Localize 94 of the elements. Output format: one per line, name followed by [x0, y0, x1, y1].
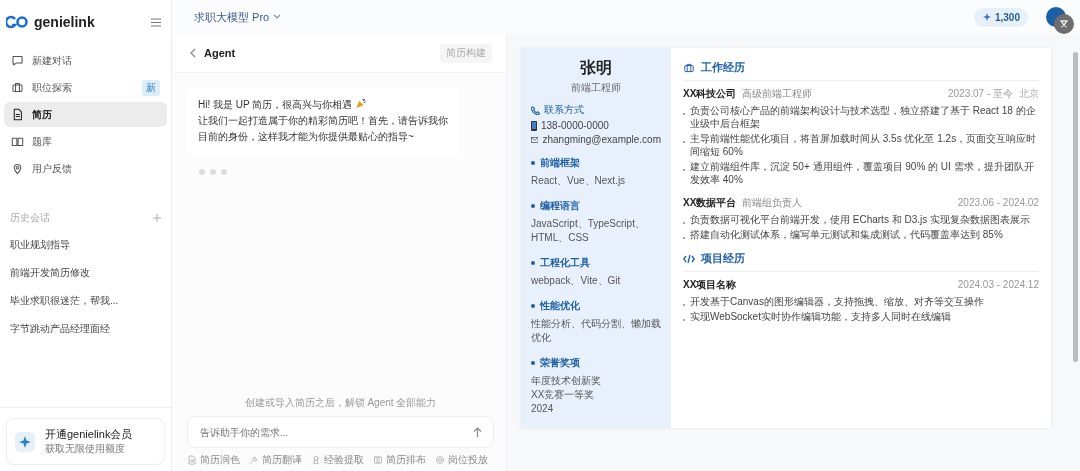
message-text: 让我们一起打造属于你的精彩简历吧！首先，请告诉我你目前的身份，这样我才能为你提供最贴心的指导~ — [198, 114, 448, 144]
award-icon — [311, 455, 321, 465]
document-icon — [11, 108, 24, 121]
location-pin-icon — [11, 162, 24, 175]
add-icon[interactable] — [153, 214, 161, 222]
envelope-icon — [531, 135, 539, 144]
briefcase-icon — [11, 81, 24, 94]
membership-subtitle: 获取无限使用额度 — [45, 442, 126, 456]
skill-heading: 性能优化 — [540, 299, 580, 313]
bullet-text: 开发基于Canvas的图形编辑器，支持拖拽、缩放、对齐等交互操作 — [690, 295, 984, 308]
tool-button[interactable]: 经验提取 — [311, 453, 364, 467]
skill-heading: 前端框架 — [540, 156, 580, 170]
resume-role: 前端工程师 — [570, 81, 622, 95]
menu-icon[interactable] — [151, 17, 161, 27]
document-icon — [187, 455, 197, 465]
section-heading: 工作经历 — [701, 60, 745, 75]
typing-indicator — [199, 169, 227, 175]
nav-item[interactable]: 职位探索 新 — [4, 75, 167, 100]
nav-item[interactable]: 用户反馈 — [4, 156, 167, 181]
skill-text: webpack、Vite、Git — [531, 274, 622, 288]
date-range: 2024.03 - 2024.12 — [957, 279, 1039, 290]
date-range: 2023.06 - 2024.02 — [957, 197, 1039, 208]
briefcase-icon — [683, 61, 695, 74]
contact-heading: 联系方式 — [544, 103, 584, 117]
code-icon — [683, 253, 695, 264]
location-text: 北京 — [1019, 87, 1039, 101]
phone-icon — [531, 105, 540, 115]
skill-text: JavaScript、TypeScript、HTML、CSS — [531, 217, 646, 245]
scrollbar[interactable] — [1073, 52, 1078, 362]
logo-icon — [6, 15, 28, 29]
mode-tag: 简历构建 — [440, 43, 492, 63]
skill-text: XX竞赛一等奖 — [531, 388, 596, 402]
new-badge: 新 — [142, 79, 160, 96]
membership-title: 开通genielink会员 — [45, 427, 133, 442]
job-role: 前端组负责人 — [742, 196, 803, 210]
skill-heading: 工程化工具 — [540, 256, 590, 270]
bullet-dot — [531, 261, 535, 265]
bullet-text: 负责公司核心产品的前端架构设计与技术选型，独立搭建了基于 React 18 的企业级中后台框架 — [690, 104, 1037, 130]
company-name: XX数据平台 — [683, 196, 737, 210]
resume-name: 张明 — [579, 58, 613, 78]
target-icon — [435, 455, 445, 465]
skill-heading: 编程语言 — [540, 199, 580, 213]
membership-card[interactable]: 开通genielink会员 获取无限使用额度 — [6, 418, 165, 465]
send-icon[interactable] — [473, 427, 482, 437]
sparkle-icon — [15, 431, 35, 452]
tool-button[interactable]: 简历排布 — [373, 453, 426, 467]
book-icon — [11, 135, 24, 148]
tool-button[interactable]: 简历润色 — [187, 453, 240, 467]
bullet-text: 建立前端组件库，沉淀 50+ 通用组件，覆盖项目 90% 的 UI 需求，提升团队开发效率 40% — [690, 160, 1035, 186]
tool-button[interactable]: 岗位投放 — [435, 453, 488, 467]
credits-badge: 1,300 — [973, 7, 1028, 27]
party-popper-icon — [355, 98, 368, 109]
message-text: Hi! 我是 UP 简历，很高兴与你相遇 — [198, 99, 353, 110]
chat-icon — [11, 54, 24, 67]
bullet-dot — [531, 161, 535, 165]
wrench-icon — [249, 455, 259, 465]
skill-text: 年度技术创新奖 — [531, 374, 602, 388]
skill-text: React、Vue、Next.js — [531, 174, 627, 188]
history-item[interactable]: 前端开发简历修改 — [0, 259, 171, 287]
tool-button[interactable]: 简历翻译 — [249, 453, 302, 467]
nav-item[interactable]: 题库 — [4, 129, 167, 154]
history-item[interactable]: 字节跳动产品经理面经 — [0, 315, 171, 343]
phone-number: 138-0000-0000 — [541, 120, 609, 131]
skill-text: 2024 — [531, 402, 555, 416]
job-role: 高级前端工程师 — [742, 87, 813, 101]
message-input[interactable]: 告诉助手你的需求... — [187, 416, 494, 448]
project-name: XX项目名称 — [683, 278, 737, 292]
nav-item[interactable]: 新建对话 — [4, 48, 167, 73]
company-name: XX科技公司 — [683, 87, 737, 101]
bullet-dot — [531, 304, 535, 308]
nav-item[interactable]: 简历 — [4, 102, 167, 127]
history-item[interactable]: 毕业求职很迷茫，帮我... — [0, 287, 171, 315]
model-dropdown[interactable]: 求职大模型 Pro — [194, 9, 282, 25]
logo-text: genielink — [34, 14, 95, 30]
hint-text: 创建或导入简历之后，解锁 Agent 全部能力 — [243, 396, 438, 410]
skill-text: 性能分析、代码分割、懒加载优化 — [531, 317, 661, 345]
bullet-text: 负责数据可视化平台前端开发，使用 ECharts 和 D3.js 实现复杂数据图表展示 — [690, 213, 1031, 226]
chevron-down-icon — [273, 14, 282, 20]
date-range: 2023.07 - 至今 — [947, 87, 1013, 101]
bullet-text: 主导前端性能优化项目，将首屏加载时间从 3.5s 优化至 1.2s，页面交互响应时间缩短 60% — [690, 132, 1038, 158]
columns-icon — [373, 455, 383, 465]
panel-title: Agent — [204, 47, 236, 59]
translate-icon[interactable] — [1054, 14, 1074, 34]
bullet-dot — [531, 361, 535, 365]
email-address: zhangming@example.com — [542, 134, 661, 145]
section-label: 历史会话 — [10, 211, 50, 225]
history-item[interactable]: 职业规划指导 — [0, 231, 171, 259]
back-icon[interactable] — [189, 48, 196, 58]
section-heading: 项目经历 — [701, 251, 745, 266]
bullet-text: 搭建自动化测试体系，编写单元测试和集成测试，代码覆盖率达到 85% — [690, 228, 1003, 241]
bullet-dot — [531, 204, 535, 208]
mobile-phone-icon — [531, 120, 537, 131]
bullet-text: 实现WebSocket实时协作编辑功能，支持多人同时在线编辑 — [690, 310, 951, 323]
skill-heading: 荣誉奖项 — [540, 356, 580, 370]
